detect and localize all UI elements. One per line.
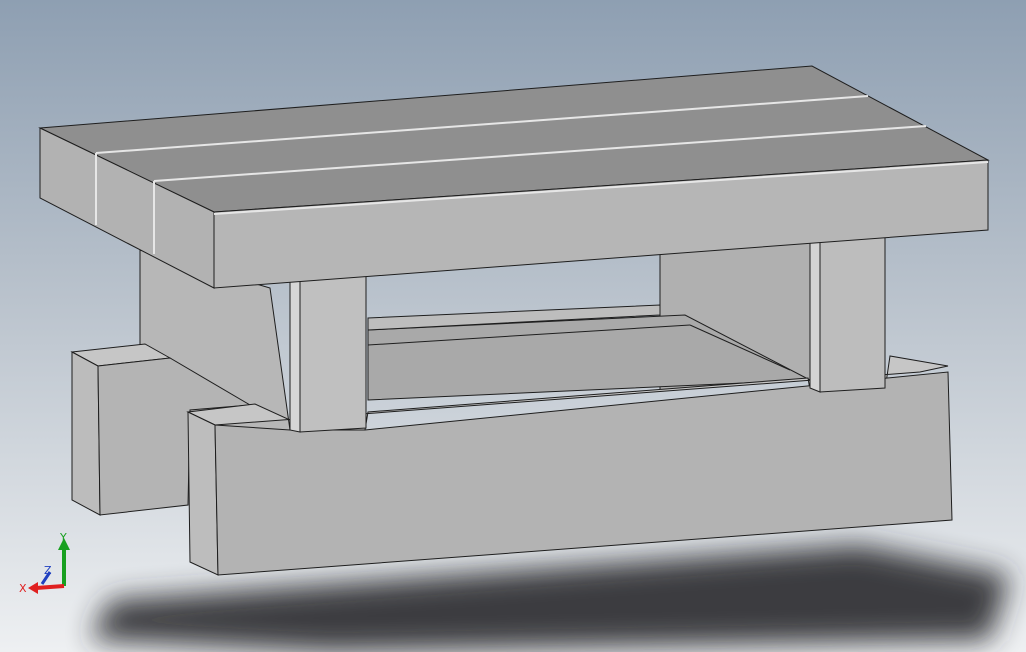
graphics-viewport[interactable]: Y X Z <box>0 0 1026 652</box>
coordinate-triad: Y X Z <box>19 531 70 595</box>
x-axis-arrow <box>28 582 65 594</box>
left-back-foot-front <box>71 351 101 516</box>
y-axis-label: Y <box>59 531 67 544</box>
3d-model-view[interactable] <box>0 0 1026 652</box>
left-post-front <box>299 275 367 433</box>
z-axis-label: Z <box>44 564 52 577</box>
left-post-side <box>289 279 301 433</box>
front-rail-left-end <box>187 411 219 576</box>
right-post-front <box>819 235 886 393</box>
x-axis-label: X <box>19 582 27 595</box>
right-post-side <box>809 239 821 393</box>
y-axis-arrow <box>58 538 70 586</box>
